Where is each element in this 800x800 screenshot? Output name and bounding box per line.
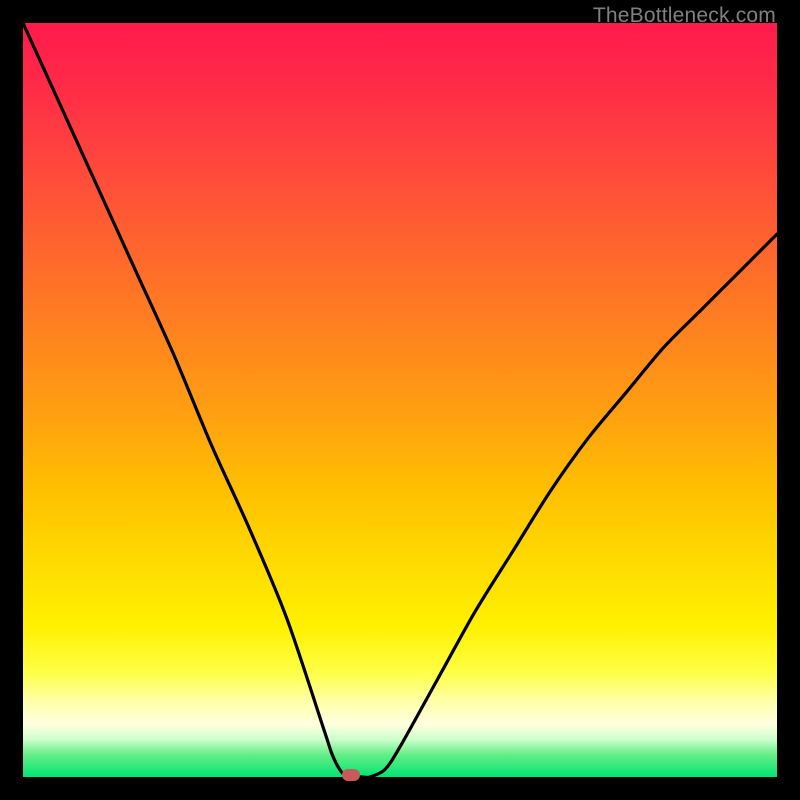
plot-area — [23, 23, 777, 777]
watermark-text: TheBottleneck.com — [593, 4, 776, 28]
chart-frame: TheBottleneck.com — [0, 0, 800, 800]
bottleneck-curve — [23, 23, 777, 777]
optimal-marker — [342, 769, 360, 781]
